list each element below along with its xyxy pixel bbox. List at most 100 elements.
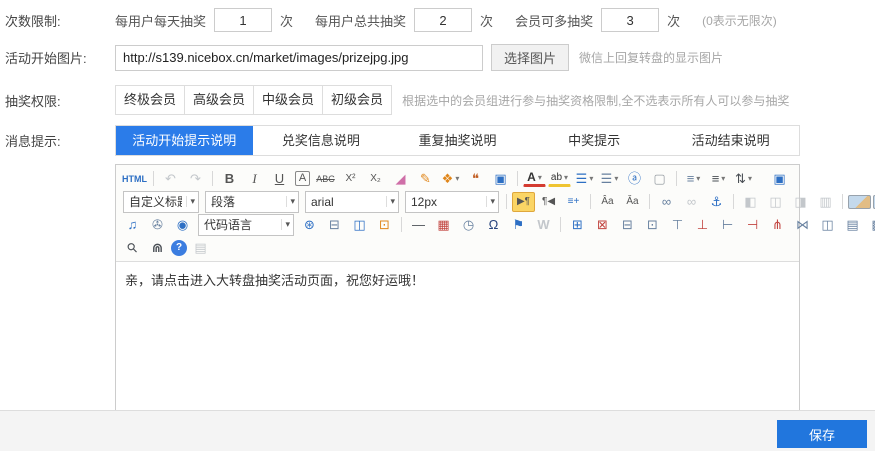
italic-icon[interactable]: I xyxy=(243,169,266,189)
member-group-button[interactable]: 终极会员 xyxy=(115,85,185,115)
paste-as-text-icon[interactable]: ▣ xyxy=(489,169,512,189)
char-border-icon[interactable]: A xyxy=(295,171,310,186)
insert-map-icon[interactable]: ⚑ xyxy=(507,215,530,235)
table-properties-icon[interactable]: ⊟ xyxy=(616,215,639,235)
insert-col-left-icon[interactable]: ⊢ xyxy=(716,215,739,235)
message-tab-4[interactable]: 中奖提示 xyxy=(526,126,663,155)
limit-field-label: 每用户总共抽奖 xyxy=(315,11,406,30)
insert-col-right-icon[interactable]: ⊣ xyxy=(741,215,764,235)
underline-icon[interactable]: U xyxy=(268,169,291,189)
img-align-center-icon[interactable]: ◫ xyxy=(764,192,787,212)
limit-unit-label: 次 xyxy=(280,11,293,30)
bullet-list-icon[interactable]: ☰▾ xyxy=(598,169,621,189)
help-icon[interactable]: ? xyxy=(171,240,187,256)
find-replace-icon[interactable]: ⋒ xyxy=(146,238,169,258)
delete-row-icon[interactable]: ⋔ xyxy=(766,215,789,235)
format-brush-icon[interactable]: ✎ xyxy=(414,169,437,189)
img-align-bottom-icon[interactable]: ▥ xyxy=(814,192,837,212)
to-lowercase-icon[interactable]: Ǎa xyxy=(621,192,644,212)
ordered-list-icon[interactable]: ☰▾ xyxy=(573,169,596,189)
message-tab-2[interactable]: 兑奖信息说明 xyxy=(253,126,390,155)
horizontal-rule-icon[interactable]: — xyxy=(407,215,430,235)
paragraph-settings-icon[interactable]: ≡+ xyxy=(562,192,585,212)
indent-icon[interactable]: ≡▾ xyxy=(682,169,705,189)
insert-code-icon[interactable]: ⊛ xyxy=(298,215,321,235)
direction-rtl-icon[interactable]: ¶◀ xyxy=(537,192,560,212)
permission-label: 抽奖权限: xyxy=(5,91,115,110)
limit-count-input[interactable] xyxy=(601,8,659,32)
chevron-down-icon: ▾ xyxy=(696,170,700,188)
merge-cells-icon[interactable]: ⋈ xyxy=(791,215,814,235)
preview-icon[interactable]: ⚲ xyxy=(117,232,147,262)
message-tab-5[interactable]: 活动结束说明 xyxy=(662,126,799,155)
special-char-icon[interactable]: Ω xyxy=(482,215,505,235)
img-align-right-icon[interactable]: ◨ xyxy=(789,192,812,212)
font-color-icon[interactable]: A▾ xyxy=(523,170,546,187)
direction-ltr-icon[interactable]: ▶¶ xyxy=(512,192,535,212)
member-group-button[interactable]: 中级会员 xyxy=(253,85,323,115)
named-anchor-icon[interactable]: ⓐ xyxy=(623,169,646,189)
cell-properties-icon[interactable]: ⊡ xyxy=(641,215,664,235)
insert-date-icon[interactable]: ▦ xyxy=(432,215,455,235)
unlink-icon[interactable]: ∞ xyxy=(680,192,703,212)
img-align-left-icon[interactable]: ◧ xyxy=(739,192,762,212)
member-group-button[interactable]: 初级会员 xyxy=(322,85,392,115)
limit-count-input[interactable] xyxy=(214,8,272,32)
table-head-icon[interactable]: ▤ xyxy=(841,215,864,235)
html-source-icon[interactable]: HTML xyxy=(121,169,148,189)
member-group-button[interactable]: 高级会员 xyxy=(184,85,254,115)
align-icon[interactable]: ≡▾ xyxy=(707,169,730,189)
font-size-select[interactable]: 12px▾ xyxy=(405,191,499,213)
snippet-icon[interactable]: ⊡ xyxy=(373,215,396,235)
start-image-url-input[interactable] xyxy=(115,45,483,71)
choose-image-button[interactable]: 选择图片 xyxy=(491,44,569,71)
insert-music-icon[interactable]: ♫ xyxy=(121,215,144,235)
bold-icon[interactable]: B xyxy=(218,169,241,189)
insert-image-icon[interactable] xyxy=(848,195,871,209)
paragraph-format-select[interactable]: 段落▾ xyxy=(205,191,299,213)
message-tab-3[interactable]: 重复抽奖说明 xyxy=(389,126,526,155)
insert-time-icon[interactable]: ◷ xyxy=(457,215,480,235)
insert-row-above-icon[interactable]: ⊤ xyxy=(666,215,689,235)
message-tab-1[interactable]: 活动开始提示说明 xyxy=(116,126,253,155)
attachment-icon[interactable]: ✇ xyxy=(146,215,169,235)
blockquote-icon[interactable]: ❝ xyxy=(464,169,487,189)
remove-format-icon[interactable]: ◢ xyxy=(389,169,412,189)
paragraph-format-value: 段落 xyxy=(211,193,235,210)
insert-row-below-icon[interactable]: ⊥ xyxy=(691,215,714,235)
insert-flash-icon[interactable]: ◉ xyxy=(171,215,194,235)
permission-hint: 根据选中的会员组进行参与抽奖资格限制,全不选表示所有人可以参与抽奖 xyxy=(402,92,789,109)
toolbar-separator xyxy=(401,217,402,232)
message-row: 消息提示: 活动开始提示说明兑奖信息说明重复抽奖说明中奖提示活动结束说明 xyxy=(5,125,875,156)
start-image-hint: 微信上回复转盘的显示图片 xyxy=(579,49,723,66)
fullscreen-icon[interactable]: ▣ xyxy=(768,169,791,189)
font-family-select[interactable]: arial▾ xyxy=(305,191,399,213)
subscript-icon[interactable]: X₂ xyxy=(364,169,387,189)
insert-table-icon[interactable]: ⊞ xyxy=(566,215,589,235)
toolbar-separator xyxy=(153,171,154,186)
new-page-icon[interactable]: ▢ xyxy=(648,169,671,189)
page-break-icon[interactable]: ⊟ xyxy=(323,215,346,235)
table-grid-icon[interactable]: ▩ xyxy=(866,215,875,235)
heading-style-select[interactable]: 自定义标题▾ xyxy=(123,191,199,213)
strikethrough-icon[interactable]: ABC xyxy=(314,169,337,189)
split-cells-icon[interactable]: ◫ xyxy=(816,215,839,235)
paste-icon[interactable]: ▤ xyxy=(189,238,212,258)
anchor-icon[interactable]: ⚓ xyxy=(705,192,728,212)
undo-icon[interactable]: ↶ xyxy=(159,169,182,189)
redo-icon[interactable]: ↷ xyxy=(184,169,207,189)
delete-table-icon[interactable]: ⊠ xyxy=(591,215,614,235)
word-paste-icon[interactable]: W xyxy=(532,215,555,235)
insert-link-icon[interactable]: ∞ xyxy=(655,192,678,212)
save-button[interactable]: 保存 xyxy=(777,420,867,448)
line-height-icon[interactable]: ⇅▾ xyxy=(732,169,755,189)
code-language-select[interactable]: 代码语言▾ xyxy=(198,214,294,236)
auto-typeset-icon[interactable]: ❖▾ xyxy=(439,169,462,189)
superscript-icon[interactable]: X² xyxy=(339,169,362,189)
to-uppercase-icon[interactable]: Âa xyxy=(596,192,619,212)
toolbar-separator xyxy=(590,194,591,209)
editor-content-area[interactable]: 亲，请点击进入大转盘抽奖活动页面，祝您好运哦！ xyxy=(116,262,799,410)
highlight-color-icon[interactable]: ab▾ xyxy=(548,170,571,187)
limit-count-input[interactable] xyxy=(414,8,472,32)
columns-icon[interactable]: ◫ xyxy=(348,215,371,235)
